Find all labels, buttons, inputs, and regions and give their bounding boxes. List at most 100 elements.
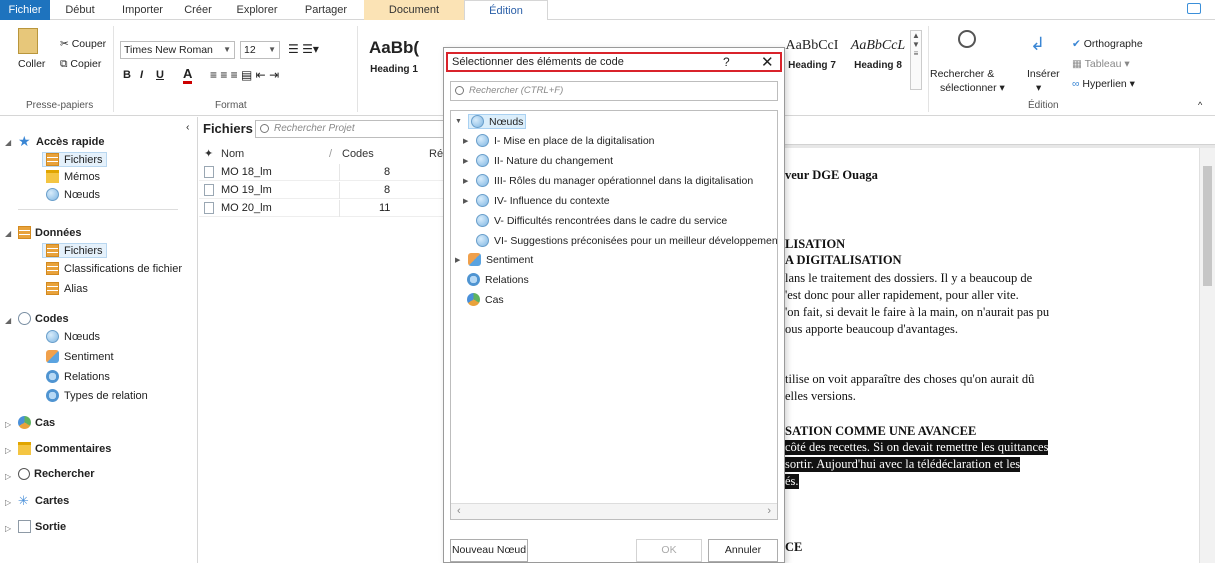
style-heading-8[interactable]: AaBbCcL Heading 8 bbox=[846, 28, 910, 84]
nav-codes-relation-types[interactable]: Types de relation bbox=[46, 389, 148, 402]
scissors-icon: ✂ bbox=[60, 38, 72, 50]
tab-partager[interactable]: Partager bbox=[296, 0, 356, 20]
nav-qa-files[interactable]: Fichiers bbox=[42, 152, 107, 167]
insert-button[interactable]: Insérer bbox=[1027, 68, 1060, 80]
hyperlink-button[interactable]: ∞ Hyperlien ▾ bbox=[1072, 78, 1135, 90]
nav-qa-memos[interactable]: Mémos bbox=[46, 170, 100, 183]
expand-arrow-icon[interactable]: ▶ bbox=[463, 137, 471, 145]
nav-data-alias[interactable]: Alias bbox=[46, 282, 88, 295]
underline-button[interactable]: U bbox=[156, 69, 164, 81]
expand-arrow-icon[interactable]: ▶ bbox=[463, 177, 471, 185]
dialog-search-input[interactable]: Rechercher (CTRL+F) bbox=[450, 81, 778, 101]
nav-search[interactable]: Rechercher bbox=[18, 468, 95, 480]
nav-cases[interactable]: Cas bbox=[18, 416, 55, 429]
nav-codes-nodes[interactable]: Nœuds bbox=[46, 330, 100, 343]
nav-output[interactable]: Sortie bbox=[18, 520, 66, 533]
column-header-name[interactable]: Nom bbox=[221, 146, 244, 162]
project-search-input[interactable]: Rechercher Projet bbox=[255, 120, 445, 138]
tree-node-cases[interactable]: Cas bbox=[467, 293, 504, 306]
table-row[interactable]: MO 18_lm 8 bbox=[199, 164, 447, 181]
bold-button[interactable]: B bbox=[123, 69, 131, 81]
paste-icon[interactable] bbox=[18, 28, 38, 54]
tab-fichier[interactable]: Fichier bbox=[0, 0, 50, 20]
font-size-select[interactable]: 12 ▼ bbox=[240, 41, 280, 59]
italic-button[interactable]: I bbox=[140, 69, 143, 81]
collapse-ribbon-icon[interactable]: ^ bbox=[1198, 100, 1202, 110]
cancel-button[interactable]: Annuler bbox=[708, 539, 778, 562]
collapse-arrow-icon[interactable]: ◢ bbox=[5, 138, 11, 147]
chevron-down-icon: ▼ bbox=[223, 45, 231, 54]
collapse-arrow-icon[interactable]: ▼ bbox=[455, 118, 463, 125]
search-icon bbox=[260, 124, 269, 133]
data-icon bbox=[18, 226, 31, 239]
tree-node-child[interactable]: ▶ IV- Influence du contexte bbox=[463, 194, 610, 207]
table-row[interactable]: MO 20_lm 11 bbox=[199, 200, 447, 217]
sentiment-icon bbox=[46, 350, 59, 363]
collapse-arrow-icon[interactable]: ◢ bbox=[5, 229, 11, 238]
expand-arrow-icon[interactable]: ▶ bbox=[455, 256, 463, 264]
expand-arrow-icon[interactable]: ▷ bbox=[5, 524, 11, 533]
cut-button[interactable]: ✂ Couper bbox=[60, 38, 106, 50]
expand-arrow-icon[interactable]: ▶ bbox=[463, 157, 471, 165]
scroll-right-icon[interactable]: › bbox=[767, 505, 771, 517]
new-node-button[interactable]: Nouveau Nœud bbox=[450, 539, 528, 562]
tree-node-sentiment[interactable]: ▶ Sentiment bbox=[455, 253, 533, 266]
tree-node-child[interactable]: V- Difficultés rencontrées dans le cadre… bbox=[476, 214, 727, 227]
tree-node-child[interactable]: ▶ I- Mise en place de la digitalisation bbox=[463, 134, 655, 147]
tree-node-child[interactable]: ▶ II- Nature du changement bbox=[463, 154, 613, 167]
tree-node-relations[interactable]: Relations bbox=[467, 273, 529, 286]
tab-debut[interactable]: Début bbox=[55, 0, 105, 20]
tab-importer[interactable]: Importer bbox=[115, 0, 170, 20]
nav-comments[interactable]: Commentaires bbox=[18, 442, 111, 455]
navigation-pane: ‹ ◢ ★ Accès rapide Fichiers Mémos Nœuds ◢… bbox=[0, 117, 198, 563]
expand-arrow-icon[interactable]: ▷ bbox=[5, 446, 11, 455]
align-icons[interactable]: ≡ ≡ ≡ ▤ ⇤ ⇥ bbox=[210, 68, 279, 82]
message-icon[interactable] bbox=[1187, 3, 1201, 14]
column-header-codes[interactable]: Codes bbox=[342, 146, 374, 162]
tab-creer[interactable]: Créer bbox=[178, 0, 218, 20]
ok-button[interactable]: OK bbox=[636, 539, 702, 562]
nav-codes-relations[interactable]: Relations bbox=[46, 370, 110, 383]
collapse-nav-icon[interactable]: ‹ bbox=[186, 121, 190, 133]
style-heading-7[interactable]: AaBbCcI Heading 7 bbox=[780, 28, 844, 84]
column-header-refs[interactable]: Ré bbox=[429, 146, 443, 162]
find-select-button[interactable]: Rechercher & bbox=[930, 68, 994, 80]
tab-document[interactable]: Document bbox=[364, 0, 464, 20]
tab-edition[interactable]: Édition bbox=[464, 0, 548, 21]
table-row[interactable]: MO 19_lm 8 bbox=[199, 182, 447, 199]
expand-arrow-icon[interactable]: ▷ bbox=[5, 498, 11, 507]
styles-scroll[interactable]: ▲ ▼ ≡ bbox=[910, 30, 922, 90]
list-icon[interactable]: ☰ ☰▾ bbox=[288, 42, 319, 56]
tab-explorer[interactable]: Explorer bbox=[226, 0, 288, 20]
nav-codes-sentiment[interactable]: Sentiment bbox=[46, 350, 114, 363]
close-button[interactable]: ✕ bbox=[761, 53, 774, 71]
help-button[interactable]: ? bbox=[723, 55, 730, 69]
search-icon[interactable] bbox=[958, 30, 976, 48]
tree-node-child[interactable]: ▶ III- Rôles du manager opérationnel dans… bbox=[463, 174, 753, 187]
collapse-arrow-icon[interactable]: ◢ bbox=[5, 316, 11, 325]
nav-codes[interactable]: Codes bbox=[18, 312, 69, 325]
nav-data[interactable]: Données bbox=[18, 226, 81, 239]
paste-button[interactable]: Coller bbox=[18, 58, 45, 70]
tree-node-nodes[interactable]: ▼ Nœuds bbox=[455, 114, 527, 129]
tree-node-child[interactable]: VI- Suggestions préconisées pour un meil… bbox=[476, 234, 777, 247]
expand-arrow-icon[interactable]: ▶ bbox=[463, 197, 471, 205]
nav-data-classifications[interactable]: Classifications de fichier bbox=[46, 262, 182, 275]
horizontal-scrollbar[interactable]: ‹ › bbox=[451, 503, 777, 519]
scroll-left-icon[interactable]: ‹ bbox=[457, 505, 461, 517]
copy-button[interactable]: ⧉ Copier bbox=[60, 58, 101, 71]
nav-data-files[interactable]: Fichiers bbox=[42, 243, 107, 258]
font-family-select[interactable]: Times New Roman ▼ bbox=[120, 41, 235, 59]
vertical-scrollbar[interactable] bbox=[1199, 148, 1215, 563]
insert-icon[interactable]: ↲ bbox=[1030, 34, 1045, 55]
expand-arrow-icon[interactable]: ▷ bbox=[5, 420, 11, 429]
nav-qa-nodes[interactable]: Nœuds bbox=[46, 188, 100, 201]
nav-maps[interactable]: ✳ Cartes bbox=[18, 494, 69, 507]
spelling-button[interactable]: ✔ Orthographe bbox=[1072, 38, 1143, 50]
nav-quick-access[interactable]: ★ Accès rapide bbox=[18, 134, 104, 148]
table-button[interactable]: ▦ Tableau ▾ bbox=[1072, 58, 1130, 70]
expand-arrow-icon[interactable]: ▷ bbox=[5, 472, 11, 481]
style-heading-1[interactable]: AaBb( Heading 1 bbox=[362, 28, 426, 84]
scrollbar-thumb[interactable] bbox=[1203, 166, 1212, 286]
font-color-button[interactable]: A bbox=[183, 67, 193, 84]
